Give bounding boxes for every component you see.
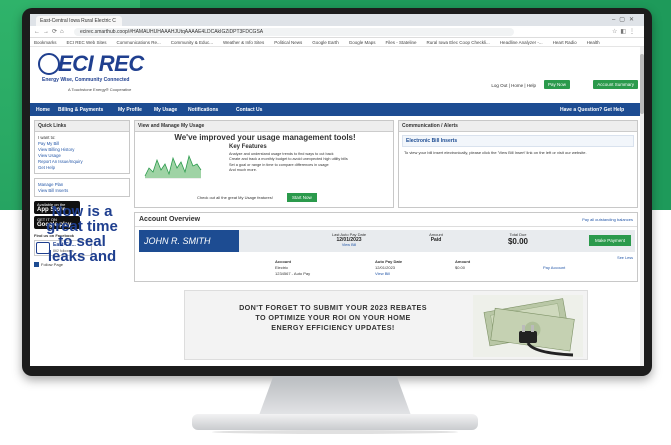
bookmark-item[interactable]: Weather & Info Sites [223, 40, 264, 45]
total-due-value: $0.00 [507, 237, 529, 246]
header-links[interactable]: Log Out | Home | Help [491, 83, 536, 88]
check-out-text: Check out all the great My Usage feature… [197, 195, 273, 200]
bookmark-item[interactable]: Headline Analyzer -... [500, 40, 543, 45]
address-bar[interactable]: ecirec.smarthub.coop/#HAMAUHUHAAAHJUtqAA… [74, 28, 514, 36]
amount-col: Amount Paid [411, 232, 461, 243]
banner-line: TO OPTIMIZE YOUR ROI ON YOUR HOME [255, 313, 411, 322]
account-type: Electric [275, 265, 289, 270]
quick-link[interactable]: View Bill Inserts [38, 188, 126, 194]
nav-item-contact[interactable]: Contact Us [236, 107, 262, 113]
last-auto-pay-col: Last Auto Pay Date 12/01/2023 View Bill [319, 232, 379, 247]
promo-line: to seal [58, 233, 106, 250]
scrollbar-thumb[interactable] [640, 54, 644, 114]
account-summary-bar: JOHN R. SMITH Last Auto Pay Date 12/01/2… [139, 230, 635, 252]
monitor-screen: East-Central Iowa Rural Electric C –▢✕ ←… [30, 14, 644, 366]
communication-panel: Communication / Alerts Electronic Bill I… [398, 120, 638, 208]
column-header: Account [275, 259, 291, 264]
window-controls[interactable]: –▢✕ [612, 16, 638, 23]
rebate-banner[interactable]: DON'T FORGET TO SUBMIT YOUR 2023 REBATES… [184, 290, 588, 360]
account-overview-panel: Account Overview Pay all outstanding bal… [134, 212, 638, 282]
nav-item-profile[interactable]: My Profile [118, 107, 142, 113]
logo-swoosh-icon [38, 53, 60, 75]
pay-all-link[interactable]: Pay all outstanding balances [582, 217, 633, 222]
auto-pay-date: 12/01/2023 [375, 265, 396, 270]
bookmark-item[interactable]: Political News [274, 40, 302, 45]
account-holder-name: JOHN R. SMITH [139, 230, 239, 252]
account-overview-title: Account Overview [135, 213, 637, 227]
pay-account-link[interactable]: Pay Account [543, 265, 565, 270]
address-bar-row: ←→⟳⌂ ecirec.smarthub.coop/#HAMAUHUHAAAHJ… [30, 26, 644, 38]
view-manage-title: View and Manage My Usage [135, 121, 393, 132]
pay-now-button[interactable]: Pay Now [543, 80, 570, 89]
main-nav: Home Billing & Payments My Profile My Us… [30, 103, 644, 116]
banner-line: DON'T FORGET TO SUBMIT YOUR 2023 REBATES [239, 303, 427, 312]
key-features-heading: Key Features [229, 144, 267, 150]
extension-icons[interactable]: ☆◧⋮ [612, 28, 638, 35]
browser-tab-bar: East-Central Iowa Rural Electric C –▢✕ [30, 14, 644, 26]
nav-item-home[interactable]: Home [36, 107, 50, 113]
bookmark-item[interactable]: Files - Stateline [386, 40, 417, 45]
bill-inserts-header: Electronic Bill Inserts [402, 135, 634, 147]
banner-text: DON'T FORGET TO SUBMIT YOUR 2023 REBATES… [191, 303, 475, 333]
tab-title: East-Central Iowa Rural Electric C [40, 18, 116, 24]
view-manage-usage-panel: View and Manage My Usage We've improved … [134, 120, 394, 208]
browser-tab[interactable]: East-Central Iowa Rural Electric C [36, 16, 122, 26]
money-plug-image [473, 295, 583, 357]
bookmark-item[interactable]: Community & Educ... [171, 40, 213, 45]
logo-sub: A Touchstone Energy® Cooperative [68, 87, 132, 92]
quick-link[interactable]: Get Help [38, 165, 126, 171]
column-header: Amount [455, 259, 471, 264]
bill-inserts-text: To view your bill insert electronically,… [404, 150, 587, 155]
usage-graph-icon [143, 146, 203, 182]
promo-text: Now is a great time to seal leaks and [34, 204, 130, 264]
bookmark-item[interactable]: Health [587, 40, 600, 45]
bookmark-item[interactable]: Bookmarks [34, 40, 57, 45]
banner-line: ENERGY EFFICIENCY UPDATES! [271, 323, 395, 332]
account-id: 1234567 - Auto Pay [275, 271, 311, 276]
nav-item-billing[interactable]: Billing & Payments [58, 107, 103, 113]
start-now-button[interactable]: Start Now [287, 193, 317, 202]
monitor-stand-neck [258, 376, 412, 418]
amount-value: Paid [430, 237, 442, 243]
quick-links-title: Quick Links [35, 121, 129, 132]
communication-title: Communication / Alerts [399, 121, 637, 132]
quick-links-panel: Quick Links I want to: Pay My Bill View … [34, 120, 130, 174]
row-view-bill-link[interactable]: View Bill [375, 271, 390, 276]
bookmark-item[interactable]: Rural Iowa Elec Coop Checkli... [427, 40, 490, 45]
bookmarks-bar: Bookmarks ECI REC Web Sites Communications… [30, 38, 644, 47]
table-row: 1234567 - Auto Pay View Bill [275, 271, 635, 277]
bookmark-item[interactable]: Communications Re... [116, 40, 160, 45]
quick-links-panel-2: Manage Plan View Bill Inserts [34, 178, 130, 197]
logo-text: ECI REC [58, 51, 144, 76]
key-features-list: Analyze and understand usage trends to f… [229, 152, 379, 174]
account-table: Account Auto Pay Date Amount Electric 12… [275, 259, 635, 277]
feature-item: And much more. [229, 168, 257, 173]
nav-buttons[interactable]: ←→⟳⌂ [34, 28, 67, 35]
nav-help[interactable]: Have a Question? Get Help [560, 107, 624, 113]
view-manage-headline: We've improved your usage management too… [174, 133, 356, 142]
bookmark-item[interactable]: Google Earth [312, 40, 339, 45]
monitor-stand-base [192, 414, 478, 434]
bookmark-item[interactable]: ECI REC Web Sites [67, 40, 107, 45]
column-header: Auto Pay Date [375, 259, 403, 264]
promo-line: leaks and [47, 248, 117, 265]
eci-rec-logo[interactable]: ECI REC Energy Wise, Community Connected… [38, 51, 168, 99]
view-bill-link[interactable]: View Bill [319, 243, 379, 247]
promo-line: Now is a [51, 203, 113, 220]
bookmark-item[interactable]: Heart Radio [553, 40, 577, 45]
site-header: ECI REC Energy Wise, Community Connected… [30, 47, 644, 103]
account-summary-button[interactable]: Account Summary [593, 80, 638, 89]
make-payment-button[interactable]: Make Payment [588, 235, 631, 246]
nav-item-notifications[interactable]: Notifications [188, 107, 218, 113]
promo-line: great time [46, 218, 118, 235]
logo-tagline: Energy Wise, Community Connected [42, 77, 130, 83]
nav-item-usage[interactable]: My Usage [154, 107, 177, 113]
row-amount: $0.00 [455, 265, 466, 270]
bookmark-item[interactable]: Google Maps [349, 40, 376, 45]
total-due-col: Total Due $0.00 [493, 232, 543, 246]
